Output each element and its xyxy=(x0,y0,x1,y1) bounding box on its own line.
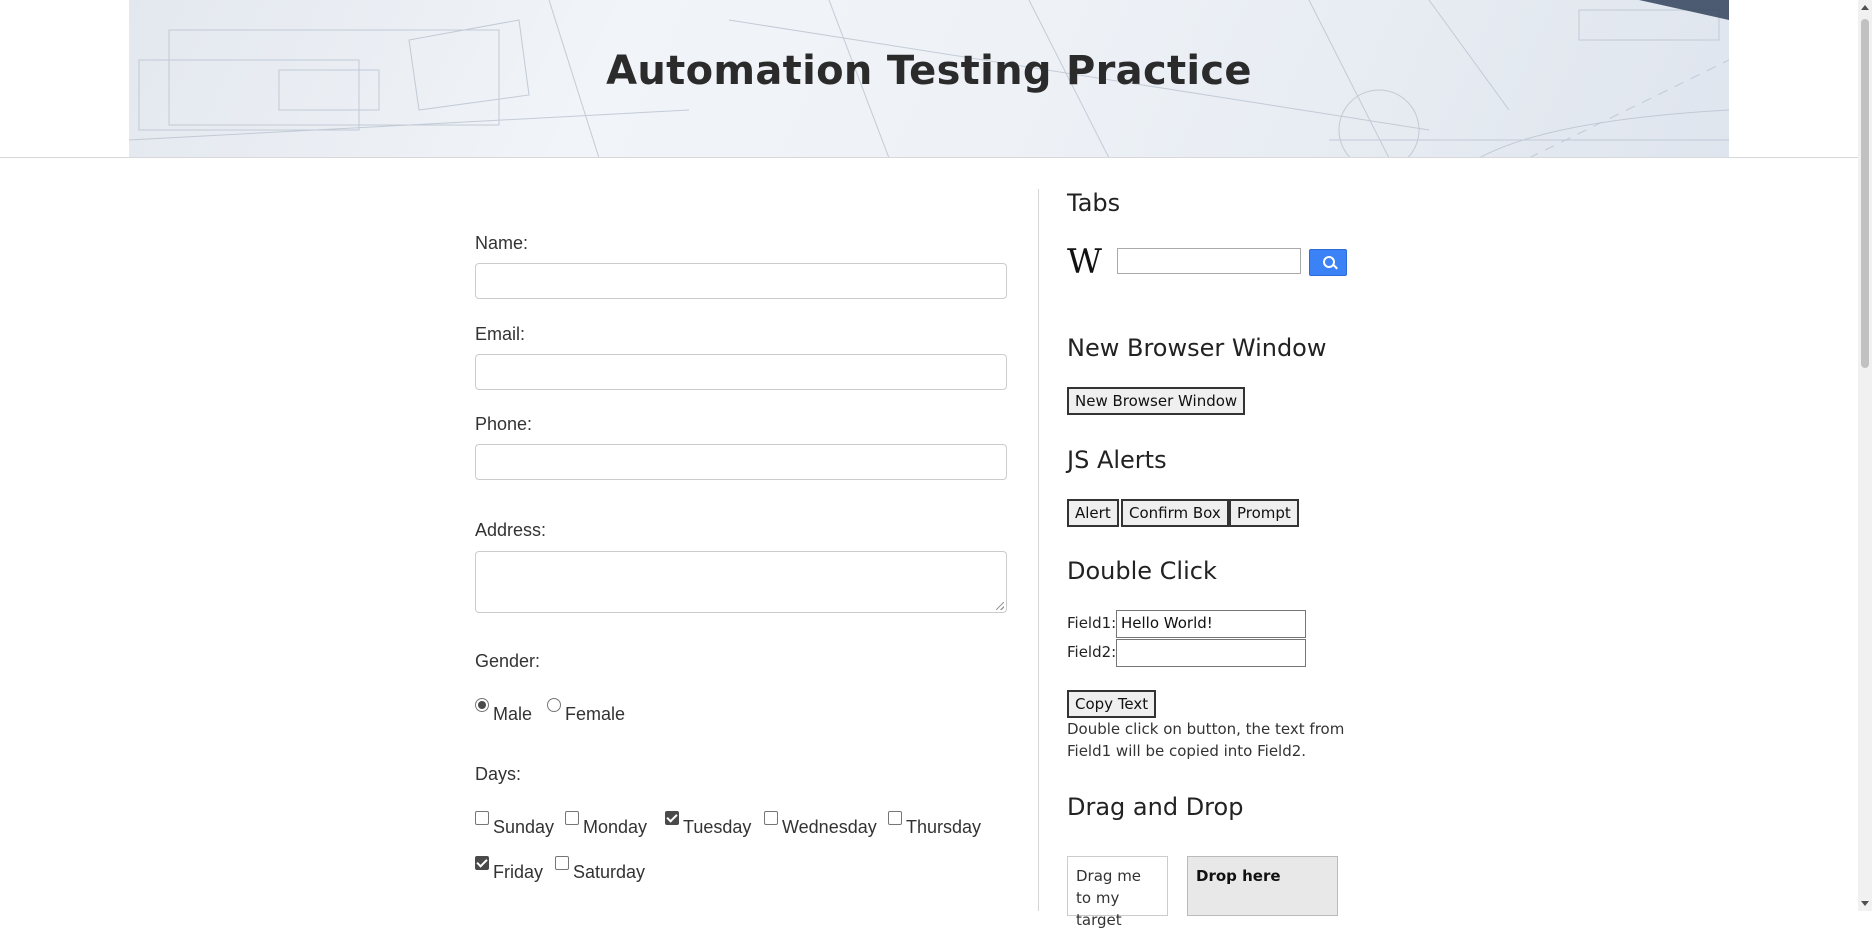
day-sunday[interactable]: Sunday xyxy=(475,811,554,838)
alert-button[interactable]: Alert xyxy=(1067,499,1119,527)
confirm-box-button[interactable]: Confirm Box xyxy=(1121,499,1229,527)
gender-option-male[interactable]: Male xyxy=(475,698,532,725)
new-browser-window-button[interactable]: New Browser Window xyxy=(1067,387,1246,415)
copy-instructions: Double click on button, the text from Fi… xyxy=(1067,720,1345,760)
day-tuesday[interactable]: Tuesday xyxy=(665,811,751,838)
day-friday[interactable]: Friday xyxy=(475,856,543,883)
email-label: Email: xyxy=(475,324,526,344)
days-label: Days: xyxy=(475,764,522,784)
address-label: Address: xyxy=(475,520,547,540)
email-input[interactable] xyxy=(475,354,1007,390)
js-alerts-heading: JS Alerts xyxy=(1067,446,1167,474)
female-radio[interactable] xyxy=(547,698,561,712)
phone-label: Phone: xyxy=(475,414,533,434)
wikipedia-logo-icon: W xyxy=(1067,242,1102,282)
gender-label: Gender: xyxy=(475,651,541,671)
field1-input[interactable]: Hello World! xyxy=(1116,610,1306,638)
field2-input[interactable] xyxy=(1116,639,1306,667)
monday-checkbox[interactable] xyxy=(565,811,579,825)
header-banner: Automation Testing Practice xyxy=(129,0,1729,158)
wednesday-checkbox[interactable] xyxy=(764,811,778,825)
scroll-down-icon[interactable] xyxy=(1861,901,1869,906)
name-label: Name: xyxy=(475,233,529,253)
page-scrollbar[interactable] xyxy=(1858,0,1872,911)
friday-checkbox[interactable] xyxy=(475,856,489,870)
copy-text-button[interactable]: Copy Text xyxy=(1067,690,1157,718)
gender-option-female[interactable]: Female xyxy=(547,698,625,725)
search-icon xyxy=(1323,256,1335,268)
tuesday-checkbox[interactable] xyxy=(665,811,679,825)
scroll-up-icon[interactable] xyxy=(1861,5,1869,10)
draggable-box[interactable]: Drag me to my target xyxy=(1067,856,1168,929)
resize-grip-icon[interactable] xyxy=(996,602,1004,610)
saturday-checkbox[interactable] xyxy=(555,856,569,870)
phone-input[interactable] xyxy=(475,444,1007,480)
double-click-heading: Double Click xyxy=(1067,557,1217,585)
new-window-heading: New Browser Window xyxy=(1067,334,1327,362)
day-monday[interactable]: Monday xyxy=(565,811,647,838)
thursday-checkbox[interactable] xyxy=(888,811,902,825)
drop-target[interactable]: Drop here xyxy=(1187,856,1338,916)
day-saturday[interactable]: Saturday xyxy=(555,856,645,883)
name-input[interactable] xyxy=(475,263,1007,299)
wikipedia-search-input[interactable] xyxy=(1117,248,1301,274)
male-radio[interactable] xyxy=(475,698,489,712)
sunday-checkbox[interactable] xyxy=(475,811,489,825)
tabs-heading: Tabs xyxy=(1067,189,1121,217)
address-textarea[interactable] xyxy=(475,551,1007,613)
page-title: Automation Testing Practice xyxy=(606,48,1252,94)
header-divider xyxy=(0,157,1858,158)
scrollbar-thumb[interactable] xyxy=(1861,19,1869,368)
column-divider xyxy=(1038,189,1039,911)
wikipedia-search-button[interactable] xyxy=(1309,249,1347,276)
field2-label: Field2: xyxy=(1067,643,1117,661)
day-thursday[interactable]: Thursday xyxy=(888,811,981,838)
field1-label: Field1: xyxy=(1067,614,1117,632)
prompt-button[interactable]: Prompt xyxy=(1229,499,1299,527)
drag-drop-heading: Drag and Drop xyxy=(1067,793,1244,821)
day-wednesday[interactable]: Wednesday xyxy=(764,811,877,838)
